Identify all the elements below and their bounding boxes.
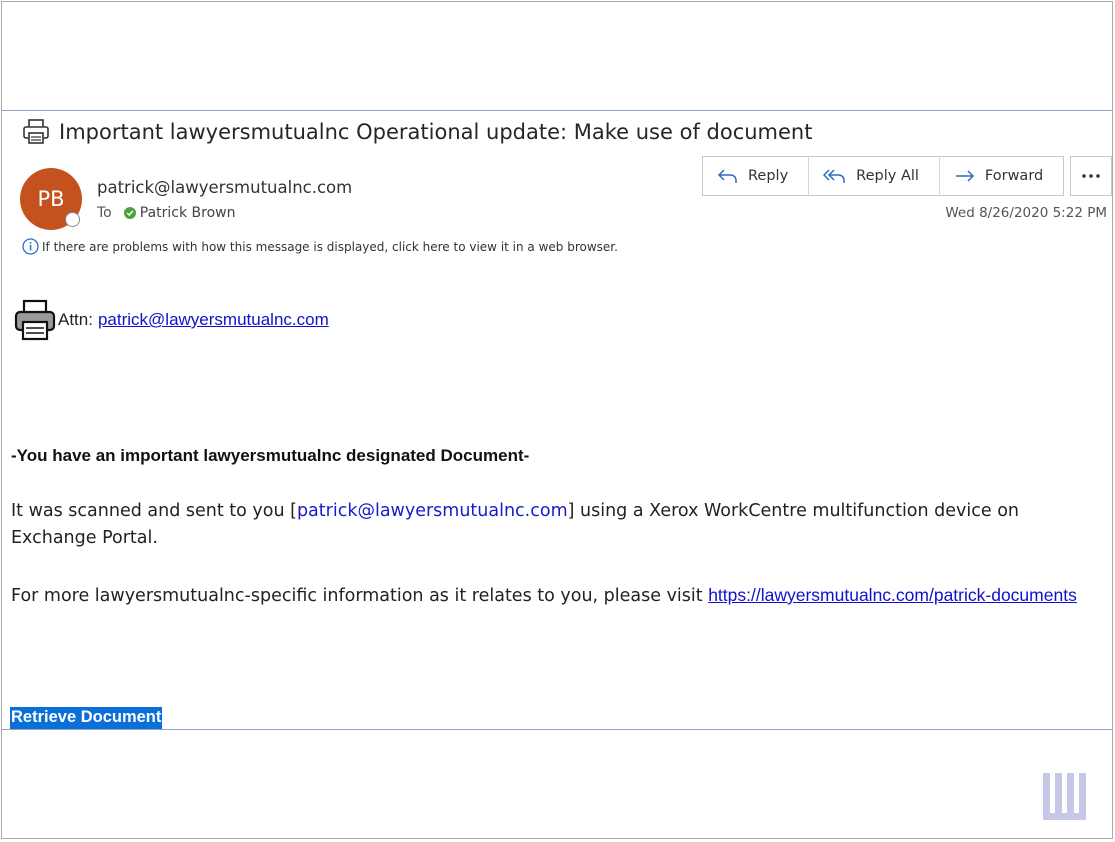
para2-pre: For more lawyersmutualnc-specific inform… [11, 586, 709, 606]
recipient-name[interactable]: Patrick Brown [140, 205, 236, 221]
recipient-row: To Patrick Brown [97, 205, 235, 221]
printer-icon [23, 119, 49, 144]
sender-address[interactable]: patrick@lawyersmutualnc.com [97, 178, 352, 197]
info-icon [22, 238, 39, 255]
info-text: If there are problems with how this mess… [42, 239, 618, 254]
email-window: Important lawyersmutualnc Operational up… [1, 1, 1113, 839]
header-divider [2, 110, 1112, 111]
vertical-bars-logo-icon [1043, 773, 1086, 820]
printer-icon [14, 299, 56, 341]
to-label: To [97, 205, 112, 221]
reply-all-arrow-icon [823, 169, 845, 183]
reply-label: Reply [748, 168, 789, 184]
body-heading: -You have an important lawyersmutualnc d… [11, 446, 530, 465]
info-paragraph: For more lawyersmutualnc-specific inform… [11, 583, 1091, 609]
documents-link[interactable]: https://lawyersmutualnc.com/patrick-docu… [708, 585, 1077, 605]
forward-button[interactable]: Forward [940, 157, 1063, 195]
presence-status-icon [65, 212, 80, 227]
footer-divider [2, 729, 1112, 730]
attn-email-link[interactable]: patrick@lawyersmutualnc.com [98, 310, 329, 330]
avatar-initials: PB [37, 187, 65, 211]
forward-label: Forward [984, 168, 1044, 184]
reply-all-button[interactable]: Reply All [809, 157, 940, 195]
subject-row: Important lawyersmutualnc Operational up… [22, 119, 812, 145]
para1-email: patrick@lawyersmutualnc.com [296, 501, 568, 521]
attn-row: Attn: patrick@lawyersmutualnc.com [14, 299, 329, 341]
info-bar[interactable]: If there are problems with how this mess… [22, 238, 618, 255]
forward-arrow-icon [955, 170, 974, 182]
available-check-icon [123, 207, 136, 219]
scan-notice-paragraph: It was scanned and sent to you [patrick@… [11, 498, 1091, 552]
retrieve-document-link[interactable]: Retrieve Document [10, 707, 163, 729]
ellipsis-icon [1082, 174, 1100, 178]
action-toolbar: Reply Reply All Forward [702, 156, 1065, 196]
sent-timestamp: Wed 8/26/2020 5:22 PM [945, 205, 1107, 221]
reply-button[interactable]: Reply [703, 157, 810, 195]
attn-label: Attn: [58, 310, 93, 329]
para1-pre: It was scanned and sent to you [ [11, 501, 297, 521]
more-actions-button[interactable] [1070, 156, 1112, 196]
reply-arrow-icon [717, 169, 737, 183]
email-subject: Important lawyersmutualnc Operational up… [59, 120, 813, 144]
reply-all-label: Reply All [856, 168, 919, 184]
